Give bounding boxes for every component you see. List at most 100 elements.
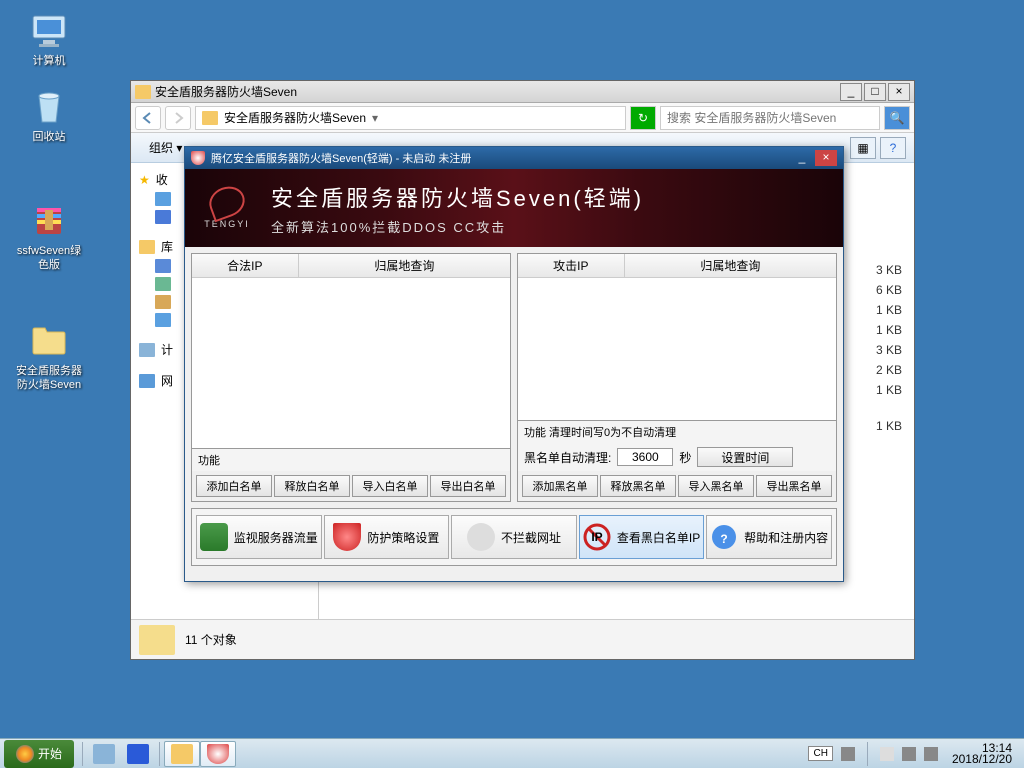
add-blacklist-button[interactable]: 添加黑名单 — [522, 475, 598, 497]
back-button[interactable] — [135, 106, 161, 130]
taskbar-explorer[interactable] — [164, 741, 200, 767]
desktop-icon-ssfw[interactable]: ssfwSeven绿色版 — [14, 200, 84, 272]
svg-text:IP: IP — [591, 530, 602, 544]
whitelist-panel: 合法IP 归属地查询 功能 添加白名单 释放白名单 导入白名单 导出白名单 — [191, 253, 511, 502]
taskbar: 开始 CH 13:14 2018/12/20 — [0, 738, 1024, 768]
set-time-button[interactable]: 设置时间 — [697, 447, 793, 467]
tengyi-logo: TENGYI — [199, 180, 255, 236]
music-icon — [155, 313, 171, 327]
powershell-icon — [127, 744, 149, 764]
monitor-traffic-button[interactable]: 监视服务器流量 — [196, 515, 322, 559]
clean-interval-input[interactable] — [617, 448, 673, 466]
file-size: 3 KB — [876, 343, 902, 357]
help-register-button[interactable]: ? 帮助和注册内容 — [706, 515, 832, 559]
help-icon: ? — [710, 523, 738, 551]
file-size: 1 KB — [876, 383, 902, 397]
firewall-window: 腾亿安全盾服务器防火墙Seven(轻端) - 未启动 未注册 _ × TENGY… — [184, 146, 844, 582]
banner-subtitle: 全新算法100%拦截DDOS CC攻击 — [271, 217, 644, 236]
explorer-statusbar: 11 个对象 — [131, 619, 914, 659]
clean-unit: 秒 — [679, 449, 691, 466]
computer-icon — [139, 343, 155, 357]
banner-title: 安全盾服务器防火墙Seven(轻端) — [271, 181, 644, 213]
column-header[interactable]: 攻击IP — [518, 254, 625, 277]
tray-flag-icon[interactable] — [880, 747, 894, 761]
library-icon — [139, 240, 155, 254]
view-button[interactable]: ▦ — [850, 137, 876, 159]
explorer-titlebar[interactable]: 安全盾服务器防火墙Seven _ □ × — [131, 81, 914, 103]
shield-icon — [191, 151, 205, 165]
whitelist-table[interactable]: 合法IP 归属地查询 — [191, 253, 511, 449]
view-lists-button[interactable]: IP 查看黑白名单IP — [579, 515, 705, 559]
folder-icon — [135, 85, 151, 99]
desktop-icon-computer[interactable]: 计算机 — [14, 10, 84, 68]
link-icon — [467, 523, 495, 551]
recycle-bin-icon — [29, 86, 69, 126]
windows-orb-icon — [16, 745, 34, 763]
column-header[interactable]: 合法IP — [192, 254, 299, 277]
firewall-titlebar[interactable]: 腾亿安全盾服务器防火墙Seven(轻端) - 未启动 未注册 _ × — [185, 147, 843, 169]
folder-icon — [29, 320, 69, 360]
minimize-button[interactable]: _ — [791, 150, 813, 166]
close-button[interactable]: × — [815, 150, 837, 166]
keyboard-icon[interactable] — [841, 747, 855, 761]
explorer-title: 安全盾服务器防火墙Seven — [155, 83, 838, 100]
folder-icon — [202, 111, 218, 125]
address-path[interactable]: 安全盾服务器防火墙Seven ▾ — [195, 106, 626, 130]
refresh-button[interactable]: ↻ — [630, 106, 656, 130]
svg-text:?: ? — [720, 532, 727, 546]
tray-volume-icon[interactable] — [924, 747, 938, 761]
folder-icon — [139, 625, 175, 655]
file-size: 1 KB — [876, 323, 902, 337]
minimize-button[interactable]: _ — [840, 83, 862, 101]
start-button[interactable]: 开始 — [4, 740, 74, 768]
ip-block-icon: IP — [583, 523, 611, 551]
taskbar-firewall[interactable] — [200, 741, 236, 767]
download-icon — [155, 192, 171, 206]
taskbar-clock[interactable]: 13:14 2018/12/20 — [946, 743, 1018, 765]
export-blacklist-button[interactable]: 导出黑名单 — [756, 475, 832, 497]
import-blacklist-button[interactable]: 导入黑名单 — [678, 475, 754, 497]
search-button[interactable]: 🔍 — [884, 106, 910, 130]
quicklaunch-item[interactable] — [121, 741, 155, 767]
forward-button[interactable] — [165, 106, 191, 130]
blacklist-table[interactable]: 攻击IP 归属地查询 — [517, 253, 837, 421]
file-size: 6 KB — [876, 283, 902, 297]
clean-label: 黑名单自动清理: — [524, 449, 611, 466]
folder-icon — [171, 744, 193, 764]
no-block-url-button[interactable]: 不拦截网址 — [451, 515, 577, 559]
function-label: 功能 清理时间写0为不自动清理 — [518, 421, 836, 443]
tray-network-icon[interactable] — [902, 747, 916, 761]
status-text: 11 个对象 — [185, 631, 237, 648]
video-icon — [155, 259, 171, 273]
file-size: 1 KB — [876, 303, 902, 317]
desktop-icon-recycle[interactable]: 回收站 — [14, 86, 84, 144]
system-tray: CH 13:14 2018/12/20 — [802, 742, 1024, 766]
import-whitelist-button[interactable]: 导入白名单 — [352, 475, 428, 497]
add-whitelist-button[interactable]: 添加白名单 — [196, 475, 272, 497]
file-size: 2 KB — [876, 363, 902, 377]
computer-icon — [29, 10, 69, 50]
column-header[interactable]: 归属地查询 — [625, 254, 836, 277]
monitor-icon — [200, 523, 228, 551]
ime-indicator[interactable]: CH — [808, 746, 832, 761]
archive-icon — [29, 200, 69, 240]
close-button[interactable]: × — [888, 83, 910, 101]
shield-icon — [207, 744, 229, 764]
search-input[interactable] — [660, 106, 880, 130]
file-size: 3 KB — [876, 263, 902, 277]
shield-icon — [333, 523, 361, 551]
desktop-icon-fwfolder[interactable]: 安全盾服务器防火墙Seven — [14, 320, 84, 392]
export-whitelist-button[interactable]: 导出白名单 — [430, 475, 506, 497]
file-size: 1 KB — [876, 419, 902, 433]
maximize-button[interactable]: □ — [864, 83, 886, 101]
release-blacklist-button[interactable]: 释放黑名单 — [600, 475, 676, 497]
firewall-title: 腾亿安全盾服务器防火墙Seven(轻端) - 未启动 未注册 — [211, 150, 789, 166]
firewall-bottom-toolbar: 监视服务器流量 防护策略设置 不拦截网址 IP 查看黑白名单IP ? 帮助和注册… — [191, 508, 837, 566]
release-whitelist-button[interactable]: 释放白名单 — [274, 475, 350, 497]
server-icon — [93, 744, 115, 764]
column-header[interactable]: 归属地查询 — [299, 254, 510, 277]
quicklaunch-item[interactable] — [87, 741, 121, 767]
help-button[interactable]: ? — [880, 137, 906, 159]
function-label: 功能 — [192, 449, 510, 471]
policy-settings-button[interactable]: 防护策略设置 — [324, 515, 450, 559]
